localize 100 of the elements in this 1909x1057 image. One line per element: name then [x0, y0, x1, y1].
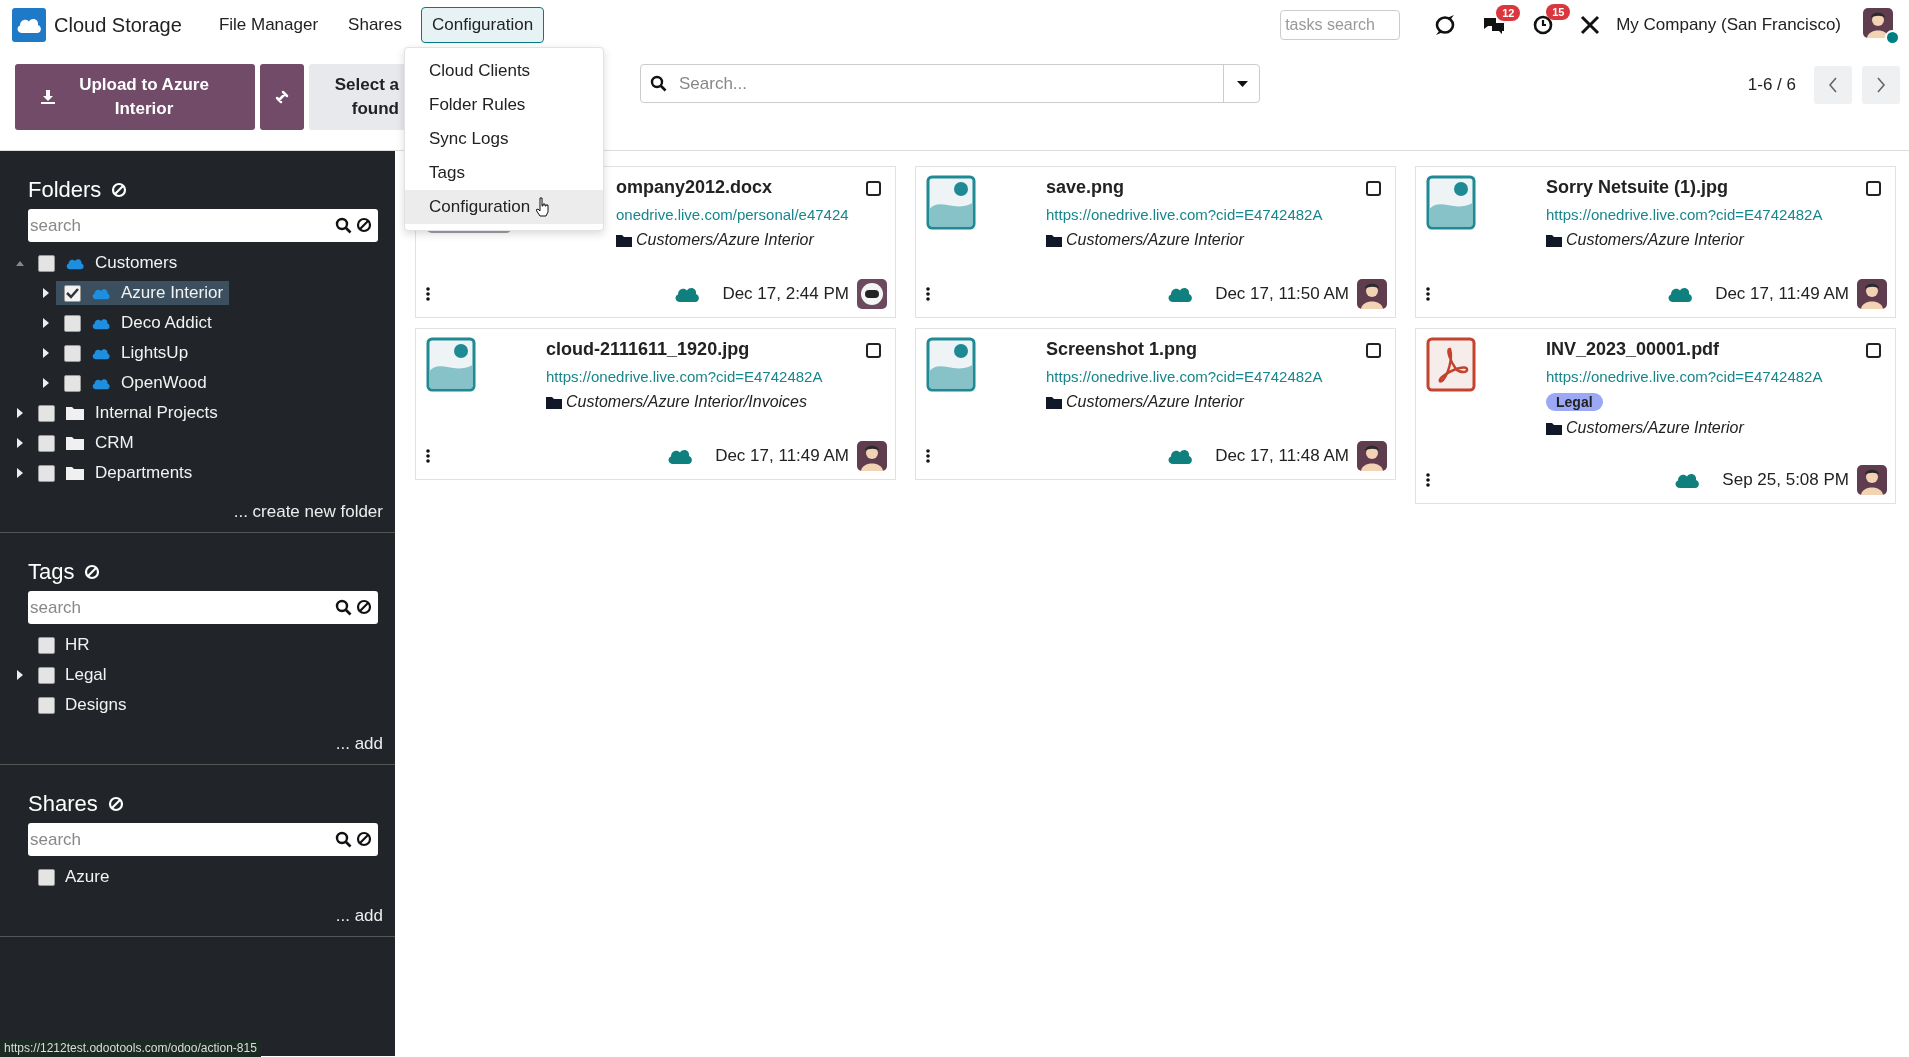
- file-url-link[interactable]: https://onedrive.live.com?cid=E4742482A: [1046, 206, 1323, 223]
- chevron-left-icon: [1828, 77, 1838, 93]
- clear-icon[interactable]: [356, 599, 372, 615]
- checkbox[interactable]: [64, 284, 81, 302]
- folder-icon: [65, 405, 85, 421]
- search-icon[interactable]: [335, 599, 352, 616]
- folder-icon: [1046, 233, 1062, 247]
- file-card[interactable]: Sorry Netsuite (1).jpg https://onedrive.live.com?cid=E4742482A Customers/Azure Interior Dec 17, 11:49 AM: [1415, 166, 1896, 318]
- more-options-icon[interactable]: [426, 287, 430, 301]
- tree-item[interactable]: Deco Addict: [56, 311, 218, 335]
- menu-item[interactable]: Configuration: [420, 7, 545, 43]
- menu-item[interactable]: File Manager: [207, 7, 330, 43]
- search-icon[interactable]: [650, 75, 667, 92]
- tree-item[interactable]: Departments: [30, 461, 199, 485]
- tree-item[interactable]: Customers: [30, 251, 184, 275]
- upload-button[interactable]: Upload to Azure Interior: [15, 64, 255, 130]
- file-card[interactable]: cloud-2111611_1920.jpg https://onedrive.live.com?cid=E4742482A Customers/Azure Interior/Invoices Dec 17, 11:49 AM: [415, 328, 896, 480]
- menu-item[interactable]: Shares: [337, 7, 413, 43]
- expand-caret-icon[interactable]: [16, 437, 24, 449]
- checkbox[interactable]: [38, 464, 55, 482]
- app-title[interactable]: Cloud Storage: [54, 13, 182, 37]
- checkbox[interactable]: [64, 374, 81, 392]
- checkbox[interactable]: [866, 181, 881, 196]
- expand-caret-icon[interactable]: [16, 669, 24, 681]
- tree-item[interactable]: HR: [30, 633, 96, 657]
- search-icon[interactable]: [335, 831, 352, 848]
- tree-item[interactable]: LightsUp: [56, 341, 195, 365]
- expand-caret-icon[interactable]: [16, 407, 24, 419]
- checkbox[interactable]: [38, 254, 55, 272]
- clear-icon[interactable]: [356, 831, 372, 847]
- file-url-link[interactable]: https://onedrive.live.com?cid=E4742482A: [1546, 368, 1823, 385]
- add-link[interactable]: ... add: [335, 734, 383, 753]
- checkbox[interactable]: [64, 314, 81, 332]
- checkbox[interactable]: [866, 343, 881, 358]
- search-icon[interactable]: [335, 217, 352, 234]
- checkbox[interactable]: [1866, 181, 1881, 196]
- cloud-icon: [1167, 447, 1194, 465]
- cloud-icon: [91, 286, 111, 300]
- file-card[interactable]: INV_2023_00001.pdf https://onedrive.live.com?cid=E4742482A Legal Customers/Azure Interior Sep 25, 5:08 PM: [1415, 328, 1896, 504]
- image-file-icon: [1426, 175, 1476, 230]
- clear-filter-icon[interactable]: [111, 182, 128, 198]
- checkbox[interactable]: [38, 404, 55, 422]
- file-card[interactable]: Screenshot 1.png https://onedrive.live.com?cid=E4742482A Customers/Azure Interior Dec 17, 11:48 AM: [915, 328, 1396, 480]
- sidebar-search-field[interactable]: search: [28, 591, 378, 624]
- tree-item[interactable]: Azure Interior: [56, 281, 230, 305]
- app-logo-icon[interactable]: [12, 8, 46, 42]
- expand-caret-icon[interactable]: [42, 317, 50, 329]
- search-field[interactable]: Search...: [640, 64, 1260, 103]
- checkbox[interactable]: [38, 434, 55, 452]
- more-options-icon[interactable]: [426, 449, 430, 463]
- checkbox[interactable]: [1866, 343, 1881, 358]
- tasks-search-field[interactable]: tasks search: [1280, 10, 1401, 40]
- file-url-link[interactable]: https://onedrive.live.com?cid=E4742482A: [546, 368, 823, 385]
- expand-caret-icon[interactable]: [42, 287, 50, 299]
- folder-icon: [1046, 395, 1062, 409]
- dropdown-item[interactable]: Configuration: [405, 190, 603, 224]
- file-url-link[interactable]: https://onedrive.live.com?cid=E4742482A: [1546, 206, 1823, 223]
- clock-icon[interactable]: [1532, 14, 1555, 36]
- more-options-icon[interactable]: [926, 287, 930, 301]
- file-url-link[interactable]: https://onedrive.live.com?cid=E4742482A: [1046, 368, 1323, 385]
- activity-count-badge: 15: [1546, 4, 1571, 20]
- tree-item[interactable]: OpenWood: [56, 371, 213, 395]
- checkbox[interactable]: [38, 696, 55, 714]
- more-options-icon[interactable]: [1426, 287, 1430, 301]
- expand-caret-icon[interactable]: [42, 377, 50, 389]
- tree-item[interactable]: Designs: [30, 693, 133, 717]
- checkbox[interactable]: [38, 868, 55, 886]
- messages-icon[interactable]: [1482, 15, 1507, 35]
- link-button[interactable]: [260, 64, 304, 130]
- collapse-caret-icon[interactable]: [16, 260, 24, 266]
- expand-caret-icon[interactable]: [42, 347, 50, 359]
- robot-avatar-icon: [857, 279, 887, 309]
- tree-item[interactable]: Internal Projects: [30, 401, 224, 425]
- chat-ring-icon[interactable]: [1434, 14, 1457, 36]
- expand-caret-icon[interactable]: [16, 467, 24, 479]
- clear-filter-icon[interactable]: [107, 796, 124, 812]
- pdf-file-icon: [1426, 337, 1476, 392]
- dropdown-caret-icon[interactable]: [1236, 80, 1248, 87]
- checkbox[interactable]: [1366, 343, 1381, 358]
- checkbox[interactable]: [38, 636, 55, 654]
- tree-item[interactable]: Azure: [30, 865, 116, 889]
- checkbox[interactable]: [1366, 181, 1381, 196]
- company-switcher[interactable]: My Company (San Francisco): [1616, 15, 1841, 35]
- add-link[interactable]: ... create new folder: [233, 502, 383, 521]
- clear-icon[interactable]: [356, 217, 372, 233]
- pager-value[interactable]: 1-6 / 6: [1747, 75, 1796, 95]
- checkbox[interactable]: [38, 666, 55, 684]
- checkbox[interactable]: [64, 344, 81, 362]
- clear-filter-icon[interactable]: [84, 564, 101, 580]
- more-options-icon[interactable]: [926, 449, 930, 463]
- file-url-link[interactable]: onedrive.live.com/personal/e47424: [616, 206, 849, 223]
- more-options-icon[interactable]: [1426, 473, 1430, 487]
- sidebar-search-field[interactable]: search: [28, 823, 378, 856]
- tree-item[interactable]: CRM: [30, 431, 140, 455]
- sidebar-search-field[interactable]: search: [28, 209, 378, 242]
- modified-date: Dec 17, 11:49 AM: [715, 446, 849, 466]
- file-card[interactable]: save.png https://onedrive.live.com?cid=E4742482A Customers/Azure Interior Dec 17, 11:50 AM: [915, 166, 1396, 318]
- modified-date: Dec 17, 11:50 AM: [1215, 284, 1349, 304]
- add-link[interactable]: ... add: [335, 906, 383, 925]
- tree-item[interactable]: Legal: [30, 663, 113, 687]
